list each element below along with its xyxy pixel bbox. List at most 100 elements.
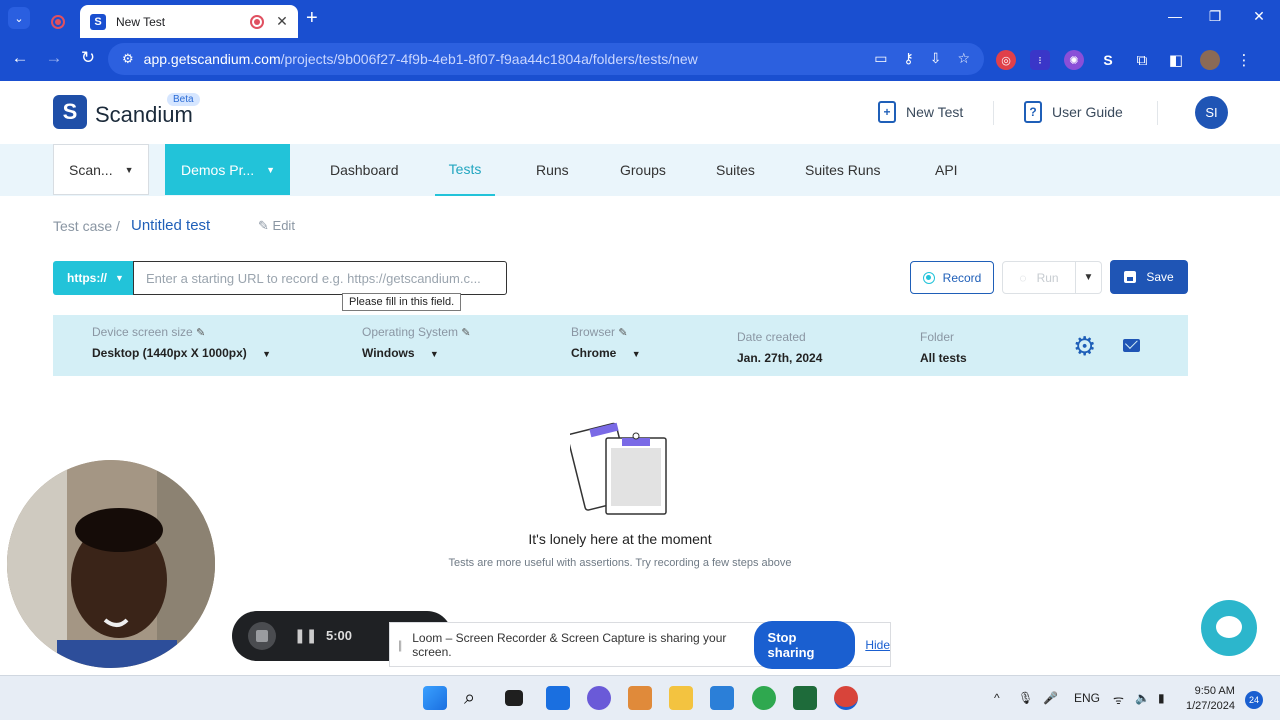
folder-info: Folder All tests [920,330,967,365]
test-settings-bar: Device screen size ✎ Desktop (1440px X 1… [53,315,1188,376]
restore-icon[interactable]: ❐ [1200,8,1230,25]
back-icon[interactable]: ← [8,48,32,68]
language-indicator[interactable]: ENG [1074,691,1100,705]
chevron-down-icon: ▼ [631,349,641,359]
window-close-icon[interactable]: ✕ [1244,8,1274,25]
start-url-input[interactable] [133,261,507,295]
chrome-icon[interactable] [752,686,776,710]
bookmark-star-icon[interactable]: ☆ [957,50,970,67]
project-select[interactable]: Demos Pr... ▼ [165,144,290,195]
record-icon [922,271,935,284]
scandium-extension-icon[interactable]: S [1098,50,1118,70]
reload-icon[interactable]: ↻ [76,48,100,68]
device-setting[interactable]: Device screen size ✎ Desktop (1440px X 1… [92,325,271,360]
webcam-video[interactable] [7,460,215,668]
new-tab-icon[interactable]: + [306,8,318,28]
address-bar[interactable]: ⚙ app.getscandium.com /projects/9b006f27… [108,43,984,75]
project-value: Demos Pr... [181,161,255,178]
minimize-icon[interactable]: — [1160,8,1190,24]
record-label: Record [942,270,982,285]
organization-select[interactable]: Scan... ▼ [53,144,149,195]
mic-icon[interactable]: 🎤 [1043,691,1058,705]
device-value: Desktop (1440px X 1000px) [92,346,247,360]
tray-expand-icon[interactable]: ^ [994,691,1000,705]
vscode-icon[interactable] [710,686,734,710]
extension-icon[interactable]: ⁝ [1030,50,1050,70]
forward-icon[interactable]: → [42,48,66,68]
media-player-icon[interactable] [628,686,652,710]
chat-widget-button[interactable] [1201,600,1257,656]
side-panel-icon[interactable]: ◧ [1166,50,1186,70]
loom-extension-icon[interactable]: ✺ [1064,50,1084,70]
date-value: Jan. 27th, 2024 [737,351,823,365]
gear-icon[interactable]: ⚙ [1073,333,1099,359]
nav-suites-runs[interactable]: Suites Runs [805,144,880,196]
recording-timer: 5:00 [326,628,353,643]
user-guide-link[interactable]: ? User Guide [1024,101,1123,123]
chevron-down-icon: ▼ [262,349,272,359]
camera-icon[interactable]: ▭ [874,50,887,67]
scandium-logo[interactable]: S Scandium Beta [53,93,200,129]
search-icon[interactable]: ⌕ [464,686,488,710]
date-label: Date created [737,330,806,344]
drag-handle-icon[interactable]: || [398,638,402,652]
browser-label: Browser [571,325,616,339]
record-button[interactable]: Record [910,261,994,294]
windows-start-icon[interactable] [423,686,447,710]
run-button[interactable]: ◌ Run [1002,261,1076,294]
browser-tab-strip: ⌄ S New Test ✕ + — ❐ ✕ [0,0,1280,38]
site-info-icon[interactable]: ⚙ [122,51,134,67]
nav-api[interactable]: API [935,144,958,196]
profile-avatar[interactable] [1200,50,1220,70]
edit-title-button[interactable]: ✎ Edit [258,218,295,234]
breadcrumb-parent[interactable]: Test case / [53,218,120,234]
protocol-select[interactable]: https:// ▼ [53,261,134,295]
browser-setting[interactable]: Browser ✎ Chrome ▼ [571,325,641,360]
screen-share-banner: || Loom – Screen Recorder & Screen Captu… [389,620,891,669]
stop-sharing-button[interactable]: Stop sharing [753,620,856,669]
scandium-favicon-icon: S [90,13,106,30]
chevron-down-icon: ▼ [266,164,276,175]
nav-groups[interactable]: Groups [620,144,666,196]
install-icon[interactable]: ⇩ [930,50,942,67]
chrome-extension-icon[interactable]: ◎ [996,50,1016,70]
os-setting[interactable]: Operating System ✎ Windows ▼ [362,325,471,360]
folder-value: All tests [920,351,967,365]
tab-search-icon[interactable]: ⌄ [8,7,30,29]
task-view-icon[interactable] [505,690,523,706]
empty-clipboard-illustration [570,422,667,515]
tab-new-test[interactable]: S New Test ✕ [80,5,298,38]
nav-tests[interactable]: Tests [435,144,495,196]
pause-icon[interactable]: ❚❚ [294,627,317,644]
extensions-puzzle-icon[interactable]: ⧉ [1132,50,1152,70]
key-icon[interactable]: ⚷ [903,50,913,67]
clock[interactable]: 9:50 AM 1/27/2024 [1186,684,1235,714]
user-avatar[interactable]: SI [1195,96,1228,129]
browser-menu-icon[interactable]: ⋮ [1234,50,1254,70]
notification-badge[interactable]: 24 [1245,691,1263,709]
hide-banner-link[interactable]: Hide [865,638,890,652]
volume-icon[interactable]: 🔈 [1135,691,1150,705]
stop-recording-button[interactable] [248,622,276,650]
run-icon: ◌ [1019,270,1027,285]
notepad-icon[interactable] [793,686,817,710]
file-explorer-icon[interactable] [669,686,693,710]
protocol-value: https:// [67,271,107,285]
tab-close-icon[interactable]: ✕ [274,13,290,30]
chrome-active-icon[interactable] [834,686,858,710]
widgets-icon[interactable] [546,686,570,710]
teams-chat-icon[interactable] [587,686,611,710]
microphone-icon[interactable]: 🎙 [1018,691,1033,705]
organization-value: Scan... [69,161,113,178]
run-options-button[interactable]: ▼ [1076,261,1102,294]
browser-toolbar: ← → ↻ ⚙ app.getscandium.com /projects/9b… [0,38,1280,81]
nav-suites[interactable]: Suites [716,144,755,196]
wifi-icon[interactable]: ᯤ [1113,691,1124,708]
nav-runs[interactable]: Runs [536,144,569,196]
save-button[interactable]: Save [1110,260,1188,294]
mail-icon[interactable] [1123,339,1140,352]
battery-icon[interactable]: ▮ [1158,691,1165,705]
tab-loom[interactable] [38,5,78,38]
nav-dashboard[interactable]: Dashboard [330,144,399,196]
new-test-link[interactable]: + New Test [878,101,963,123]
